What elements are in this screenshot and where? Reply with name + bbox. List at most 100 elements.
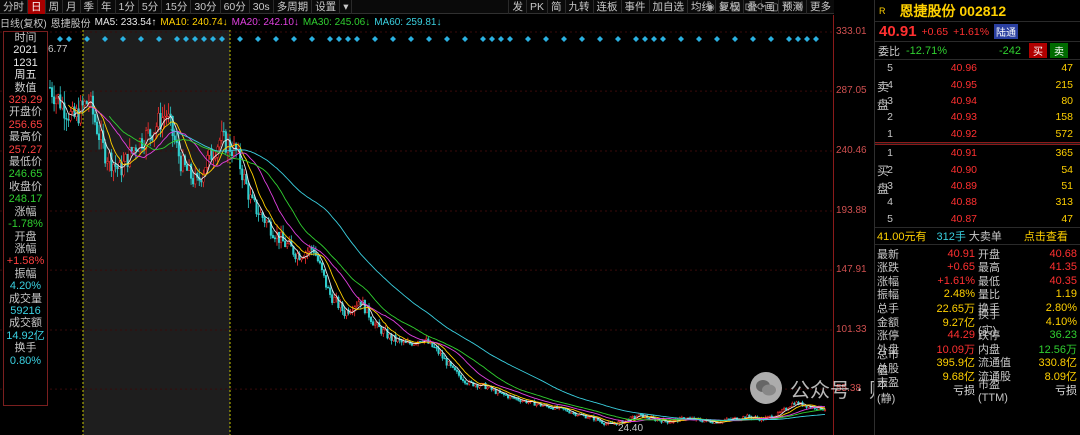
stock-title: 恩捷股份 002812	[899, 2, 1007, 19]
zoom-fit-icon[interactable]: ⊡	[745, 2, 753, 13]
candle-body	[93, 113, 97, 123]
period-tab-8[interactable]: 15分	[162, 0, 192, 14]
event-marker-icon	[57, 36, 63, 42]
print-icon[interactable]: ▤	[731, 2, 740, 13]
candle-body	[727, 418, 730, 420]
period-tab-1[interactable]: 日	[28, 0, 46, 14]
info-panel-line-12: 收盘价	[9, 180, 42, 193]
period-tab-11[interactable]: 30s	[250, 0, 274, 14]
bid-row[interactable]: 3 40.89 51	[875, 178, 1080, 194]
candle-body	[120, 162, 123, 176]
ma-legend-item-2: MA20: 242.10↓	[231, 16, 299, 28]
candle-body	[766, 416, 769, 418]
stat-value: 40.68	[1049, 247, 1077, 260]
bid-row[interactable]: 5 40.87 47	[875, 211, 1080, 227]
stat-value: 40.91	[947, 247, 975, 260]
chart-mode-label[interactable]: 日线(复权)	[0, 15, 47, 30]
event-marker-icon	[642, 36, 648, 42]
period-tab-5[interactable]: 年	[98, 0, 116, 14]
bid-volume: 365	[1055, 147, 1073, 160]
buy-side-label: 买盘	[877, 164, 890, 196]
period-tab-3[interactable]: 月	[63, 0, 81, 14]
toolbar-action-12[interactable]: 更多	[806, 0, 834, 14]
period-tab-13[interactable]: 设置	[312, 0, 341, 14]
stat-value: +0.65	[947, 261, 975, 274]
toolbar-action-3[interactable]: 九转	[564, 0, 593, 14]
period-tab-2[interactable]: 周	[46, 0, 63, 14]
period-tab-9[interactable]: 30分	[191, 0, 221, 14]
candle-body	[551, 407, 555, 410]
period-tab-7[interactable]: 5分	[139, 0, 163, 14]
candle-body	[447, 361, 450, 366]
eye-icon[interactable]: ◉	[706, 2, 715, 13]
candle-body	[445, 358, 448, 366]
price-axis-tick: 101.33	[836, 324, 867, 336]
event-marker-icon	[408, 36, 414, 42]
toolbar-action-4[interactable]: 连板	[592, 0, 621, 14]
minus-icon[interactable]: ⊖	[783, 2, 791, 13]
toolbar-action-1[interactable]: PK	[525, 0, 547, 14]
candle-body	[61, 102, 64, 109]
candle-body	[670, 421, 673, 424]
crosshair-info-panel: 时间 2021 1231 周五 数值 329.29 开盘价 256.65 最高价 257.27 最低…	[3, 31, 48, 406]
period-tab-0[interactable]: 分时	[0, 0, 28, 14]
sell-button[interactable]: 卖	[1050, 43, 1068, 58]
buy-button[interactable]: 买	[1029, 43, 1047, 58]
ask-row[interactable]: 4 40.95 215	[875, 76, 1080, 92]
zoom-in-icon[interactable]: ⊕	[719, 2, 727, 13]
period-tab-12[interactable]: 多周期	[274, 0, 313, 14]
toolbar-action-5[interactable]: 事件	[620, 0, 649, 14]
candle-body	[494, 389, 497, 394]
toolbar-action-0[interactable]: 发	[508, 0, 526, 14]
window-icon[interactable]: ▢	[769, 2, 778, 13]
chart-tools: ◉ ⊕ ▤ ⊡ ⟳ ▢ ⊖ ⊗	[706, 0, 804, 14]
event-marker-icon	[615, 36, 621, 42]
stat-value: 9.27亿	[942, 316, 975, 329]
ask-row[interactable]: 5 40.96 47	[875, 60, 1080, 76]
ask-row[interactable]: 2 40.93 158	[875, 109, 1080, 125]
event-marker-icon	[651, 36, 657, 42]
close-icon[interactable]: ⊗	[795, 2, 803, 13]
toolbar-action-6[interactable]: 加自选	[648, 0, 688, 14]
more-dropdown-icon[interactable]: ▾	[340, 0, 353, 14]
bid-level: 1	[887, 147, 893, 160]
ask-row[interactable]: 3 40.94 80	[875, 93, 1080, 109]
candle-body	[192, 178, 195, 185]
toolbar-action-2[interactable]: 简	[547, 0, 565, 14]
kline-chart[interactable]	[0, 30, 833, 435]
period-tab-10[interactable]: 60分	[221, 0, 250, 14]
candle-body	[230, 151, 234, 157]
price-change-pct: +1.61%	[953, 25, 990, 38]
candle-body	[601, 421, 604, 424]
bid-row[interactable]: 2 40.90 54	[875, 161, 1080, 177]
event-marker-icon	[273, 36, 279, 42]
bid-row[interactable]: 4 40.88 313	[875, 194, 1080, 210]
period-tab-4[interactable]: 季	[81, 0, 98, 14]
ask-volume: 215	[1055, 78, 1073, 91]
ask-price: 40.94	[950, 94, 977, 107]
big-order-view-link[interactable]: 点击查看	[1024, 228, 1068, 244]
candle-body	[541, 405, 544, 407]
candle-body	[586, 417, 589, 419]
candle-body	[592, 416, 595, 421]
info-panel-line-9: 257.27	[8, 143, 43, 156]
candle-body	[486, 386, 489, 390]
event-marker-icon	[390, 36, 396, 42]
event-marker-icon	[813, 36, 819, 42]
candle-body	[785, 407, 788, 410]
refresh-icon[interactable]: ⟳	[757, 2, 765, 13]
price-axis-tick: 240.46	[836, 145, 867, 157]
candle-body	[464, 380, 467, 384]
info-panel-line-8: 最高价	[9, 131, 42, 144]
bid-volume: 47	[1061, 212, 1073, 225]
period-tab-6[interactable]: 1分	[116, 0, 139, 14]
candle-body	[50, 87, 54, 98]
info-panel-line-6: 开盘价	[9, 106, 42, 119]
candle-body	[768, 415, 771, 418]
candle-body	[241, 168, 244, 181]
candle-body	[157, 113, 160, 128]
bid-row[interactable]: 1 40.91 365	[875, 145, 1080, 161]
quote-header: R 恩捷股份 002812	[875, 0, 1080, 22]
ask-row[interactable]: 1 40.92 572	[875, 126, 1080, 142]
candle-body	[132, 147, 135, 152]
